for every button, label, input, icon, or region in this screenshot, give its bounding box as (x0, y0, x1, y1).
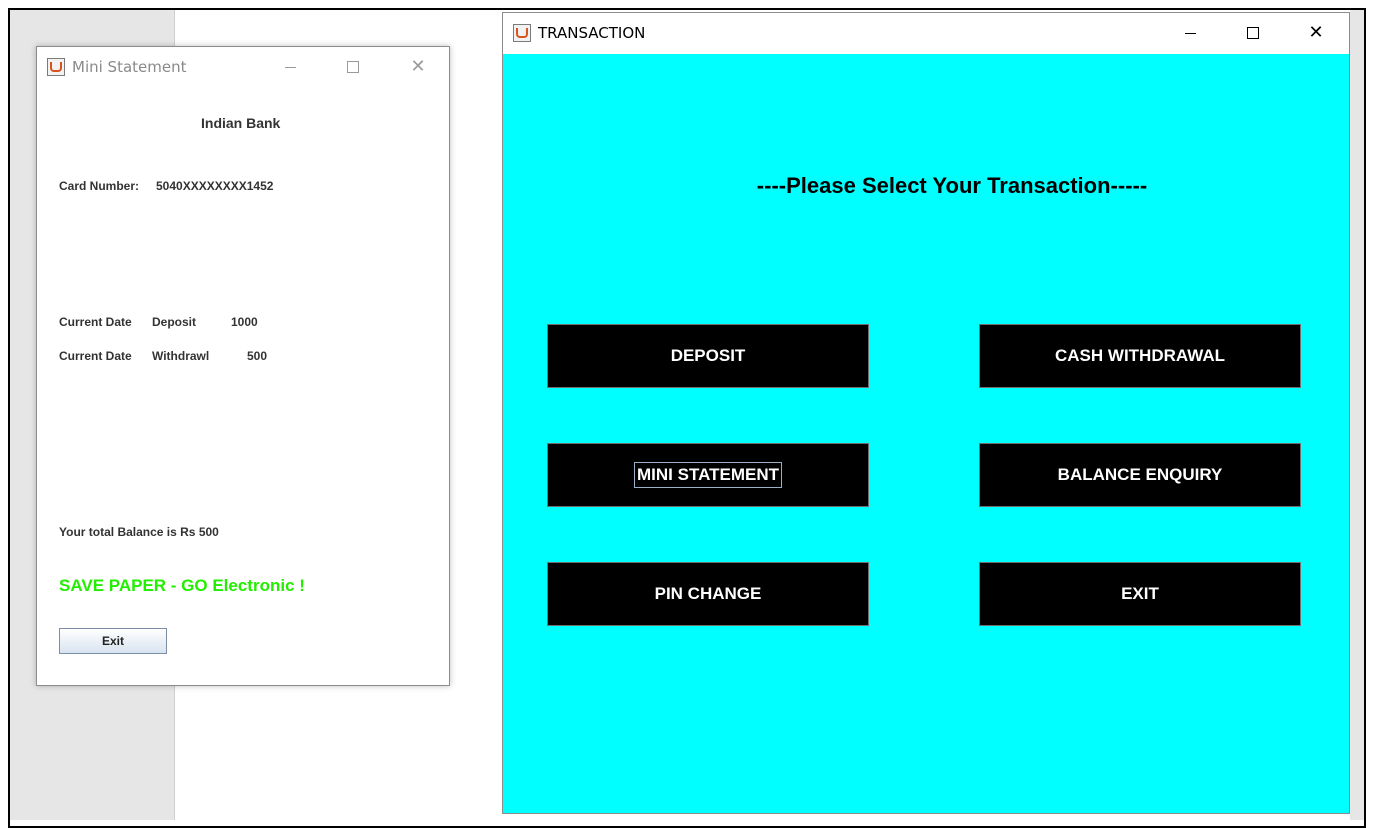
window-title: TRANSACTION (538, 24, 646, 42)
window-title: Mini Statement (72, 58, 187, 76)
transaction-titlebar[interactable]: TRANSACTION ✕ (503, 13, 1349, 53)
close-icon[interactable]: ✕ (1293, 13, 1339, 53)
cash-withdrawal-button[interactable]: CASH WITHDRAWAL (979, 324, 1301, 388)
transaction-window: TRANSACTION ✕ ----Please Select Your Tra… (502, 12, 1350, 814)
transaction-date: Current Date (59, 349, 132, 363)
transaction-heading: ----Please Select Your Transaction----- (756, 173, 1148, 198)
mini-statement-window: Mini Statement ✕ Indian Bank Card Number… (36, 46, 450, 686)
maximize-icon[interactable] (330, 47, 376, 87)
deposit-button[interactable]: DEPOSIT (547, 324, 869, 388)
java-cup-icon (513, 24, 531, 42)
maximize-icon[interactable] (1230, 13, 1276, 53)
mini-statement-label: MINI STATEMENT (634, 462, 782, 488)
pin-change-button[interactable]: PIN CHANGE (547, 562, 869, 626)
exit-button[interactable]: Exit (59, 628, 167, 654)
transaction-date: Current Date (59, 315, 132, 329)
card-number-label: Card Number: (59, 179, 140, 193)
transaction-amount: 1000 (231, 315, 258, 329)
minimize-icon[interactable] (1167, 13, 1213, 53)
java-cup-icon (47, 58, 65, 76)
exit-button[interactable]: EXIT (979, 562, 1301, 626)
card-number-value: 5040XXXXXXXX1452 (156, 179, 274, 193)
slogan-text: SAVE PAPER - GO Electronic ! (59, 576, 305, 595)
minimize-icon[interactable] (267, 47, 313, 87)
mini-statement-titlebar[interactable]: Mini Statement ✕ (37, 47, 449, 87)
background-edge (1350, 10, 1364, 820)
bank-name: Indian Bank (201, 115, 281, 131)
mini-statement-button[interactable]: MINI STATEMENT (547, 443, 869, 507)
balance-text: Your total Balance is Rs 500 (59, 525, 219, 539)
balance-enquiry-button[interactable]: BALANCE ENQUIRY (979, 443, 1301, 507)
transaction-amount: 500 (247, 349, 268, 363)
transaction-panel: ----Please Select Your Transaction----- … (503, 54, 1349, 813)
transaction-type: Withdrawl (152, 349, 210, 363)
close-icon[interactable]: ✕ (395, 47, 441, 87)
transaction-type: Deposit (152, 315, 197, 329)
